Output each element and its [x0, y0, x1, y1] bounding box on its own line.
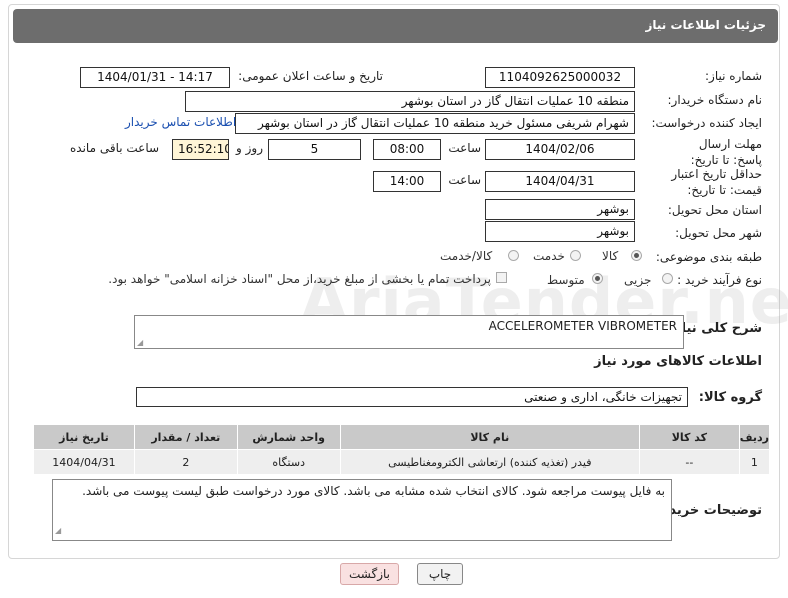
goods-group-field: تجهیزات خانگی، اداری و صنعتی	[136, 387, 688, 407]
buyer-notes-textarea[interactable]: به فایل پیوست مراجعه شود. کالای انتخاب ش…	[52, 479, 672, 541]
buyer-org-field: منطقه 10 عملیات انتقال گاز در استان بوشه…	[185, 91, 635, 112]
resize-grip-icon: ◢	[55, 526, 62, 535]
buyer-notes-text: به فایل پیوست مراجعه شود. کالای انتخاب ش…	[82, 484, 665, 498]
validity-time-field: 14:00	[373, 171, 441, 192]
remaining-label: ساعت باقی مانده	[70, 141, 160, 155]
deadline-date-field: 1404/02/06	[485, 139, 635, 160]
print-button[interactable]: چاپ	[417, 563, 463, 585]
province-label: استان محل تحویل:	[667, 203, 762, 217]
page-title: جزئیات اطلاعات نیاز	[645, 18, 766, 32]
validity-hour-label: ساعت	[448, 173, 481, 187]
validity-label: حداقل تاریخ اعتبار قیمت: تا تاریخ:	[671, 167, 762, 197]
category-service-label: خدمت	[533, 249, 565, 263]
requester-field: شهرام شریفی مسئول خرید منطقه 10 عملیات ا…	[235, 113, 635, 134]
category-both-label: کالا/خدمت	[440, 249, 493, 263]
col-unit-header: واحد شمارش	[236, 424, 341, 450]
days-field: 5	[268, 139, 361, 160]
cell-date: 1404/04/31	[33, 449, 135, 475]
cell-unit: دستگاه	[236, 449, 341, 475]
validity-date-field: 1404/04/31	[485, 171, 635, 192]
purchase-type-label: نوع فرآیند خرید :	[677, 273, 762, 287]
remaining-time-field: 16:52:10	[172, 139, 229, 160]
category-goods-label: کالا	[602, 249, 619, 263]
resize-grip-icon: ◢	[137, 338, 144, 347]
back-button[interactable]: بازگشت	[340, 563, 399, 585]
deadline-hour-label: ساعت	[448, 141, 481, 155]
purchase-medium-label: متوسط	[547, 273, 585, 287]
col-qty-header: تعداد / مقدار	[133, 424, 238, 450]
deadline-time-field: 08:00	[373, 139, 441, 160]
goods-group-label: گروه کالا:	[698, 390, 762, 405]
need-number-field: 1104092625000032	[485, 67, 635, 88]
purchase-medium-radio[interactable]	[592, 273, 603, 284]
treasury-note: پرداخت تمام یا بخشی از مبلغ خرید،از محل …	[108, 272, 491, 286]
purchase-partial-label: جزیی	[624, 273, 652, 287]
buyer-org-label: نام دستگاه خریدار:	[667, 93, 763, 107]
purchase-partial-radio[interactable]	[662, 273, 673, 284]
col-row-header: ردیف	[738, 424, 771, 450]
category-both-radio[interactable]	[508, 250, 519, 261]
announce-label: تاریخ و ساعت اعلان عمومی:	[238, 69, 383, 83]
items-section-title: اطلاعات کالاهای مورد نیاز	[594, 354, 762, 369]
col-name-header: نام کالا	[339, 424, 641, 450]
general-desc-text: ACCELEROMETER VIBROMETER	[488, 319, 677, 333]
deadline-label: مهلت ارسال پاسخ: تا تاریخ:	[690, 137, 762, 167]
requester-label: ایجاد کننده درخواست:	[651, 116, 762, 130]
province-field: بوشهر	[485, 199, 635, 220]
need-number-label: شماره نیاز:	[705, 69, 762, 83]
category-goods-radio[interactable]	[631, 250, 642, 261]
category-label: طبقه بندی موضوعی:	[655, 250, 762, 264]
col-code-header: کد کالا	[639, 424, 740, 450]
panel-header: جزئیات اطلاعات نیاز	[13, 9, 778, 43]
cell-code: --	[639, 449, 740, 475]
table-header-row: ردیف کد کالا نام کالا واحد شمارش تعداد /…	[33, 424, 771, 450]
cell-name: فیدر (تغذیه کننده) ارتعاشی الکترومغناطیس…	[339, 449, 641, 475]
treasury-checkbox[interactable]	[496, 272, 507, 283]
items-table: ردیف کد کالا نام کالا واحد شمارش تعداد /…	[33, 424, 771, 475]
col-date-header: تاریخ نیاز	[33, 424, 135, 450]
general-desc-textarea[interactable]: ACCELEROMETER VIBROMETER ◢	[134, 315, 684, 349]
city-label: شهر محل تحویل:	[675, 226, 762, 240]
category-service-radio[interactable]	[570, 250, 581, 261]
cell-row: 1	[738, 449, 771, 475]
cell-qty: 2	[133, 449, 238, 475]
table-row: 1 -- فیدر (تغذیه کننده) ارتعاشی الکترومغ…	[33, 449, 771, 475]
days-label: روز و	[236, 141, 263, 155]
city-field: بوشهر	[485, 221, 635, 242]
announce-field: 1404/01/31 - 14:17	[80, 67, 230, 88]
buyer-contact-link[interactable]: اطلاعات تماس خریدار	[125, 115, 236, 129]
